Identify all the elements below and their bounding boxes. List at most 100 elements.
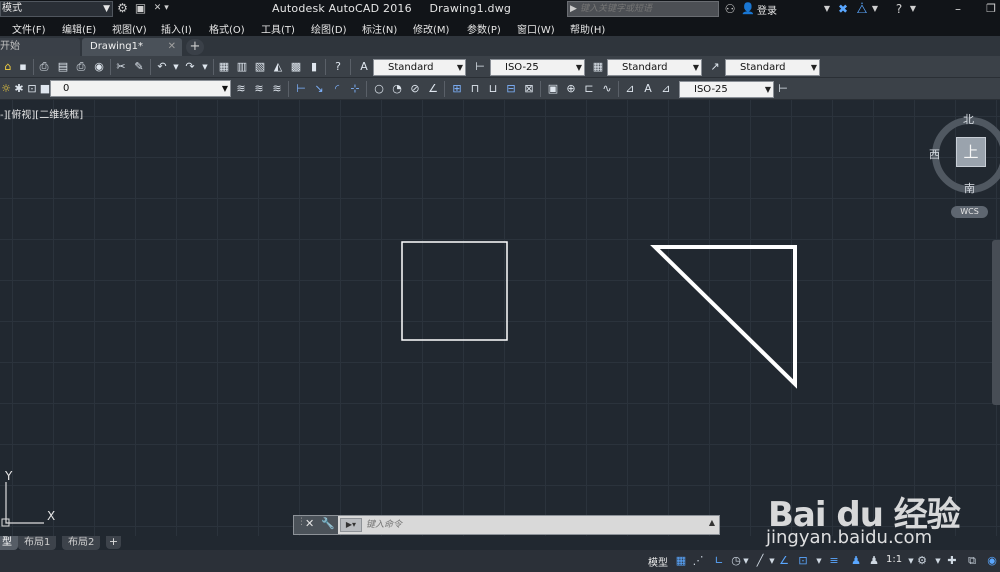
publish-icon[interactable]: ◉ [91,59,107,75]
binoculars-icon[interactable]: ⚇ [722,1,738,17]
command-prompt-icon[interactable]: ▶▾ [340,518,362,532]
markup-icon[interactable]: ▩ [288,59,304,75]
make-current-icon[interactable]: ≋ [233,81,249,97]
viewcube-face[interactable]: 上 [956,137,986,167]
search-box[interactable]: ▶ [567,1,719,17]
annotation-visibility-icon[interactable]: ♟ [848,553,864,569]
design-center-icon[interactable]: ▥ [234,59,250,75]
tab-layout1[interactable]: 布局1 [18,536,57,550]
dim-style-select[interactable]: ISO-25 ▼ [490,59,585,76]
cut-icon[interactable]: ✂ [113,59,129,75]
compass-north[interactable]: 北 [963,111,974,127]
chevron-down-icon[interactable]: ▼ [870,1,880,17]
exchange-icon[interactable]: ✖ [836,1,850,17]
quick-dim-icon[interactable]: ⊞ [449,81,465,97]
diameter-dim-icon[interactable]: ⊘ [407,81,423,97]
a360-icon[interactable]: ⧊ [855,1,869,17]
chevron-down-icon[interactable]: ▼ [197,59,213,75]
command-line[interactable]: ⋮ ✕ 🔧 ▶▾ ▲ [293,515,720,535]
gear-icon[interactable]: ⚙ [115,1,130,16]
isolate-objects-icon[interactable]: ⧉ [964,553,980,569]
restore-icon[interactable]: ❐ [984,1,998,17]
dim-text-edit-icon[interactable]: A [640,81,656,97]
menu-view[interactable]: 视图(V) [112,21,147,36]
navigation-bar[interactable] [992,240,1000,405]
chevron-down-icon[interactable]: ▼ [908,1,918,17]
help-icon[interactable]: ? [330,59,346,75]
tolerance-icon[interactable]: ▣ [545,81,561,97]
continue-dim-icon[interactable]: ⊔ [485,81,501,97]
compass-west[interactable]: 西 [929,146,940,162]
new-layout-button[interactable]: + [106,536,121,549]
ordinate-dim-icon[interactable]: ⊹ [347,81,363,97]
print-icon[interactable]: ⎙ [36,59,52,75]
capture-icon[interactable]: ▣ [133,1,148,16]
hardware-acceleration-icon[interactable]: ◉ [984,553,1000,569]
menu-dimension[interactable]: 标注(N) [362,21,397,36]
grid-icon[interactable]: ▦ [673,553,689,569]
dim-edit-icon[interactable]: ⊿ [622,81,638,97]
menu-window[interactable]: 窗口(W) [517,21,555,36]
print-preview-icon[interactable]: ▤ [55,59,71,75]
command-input[interactable] [366,518,696,532]
object-snap-icon[interactable]: ⊡ [795,553,811,569]
chevron-down-icon[interactable]: ▼ [811,553,827,569]
plot-icon[interactable]: ⎙ [73,59,89,75]
layer-states-icon[interactable]: ≋ [269,81,285,97]
sheet-set-icon[interactable]: ◭ [270,59,286,75]
model-space-button[interactable]: 模型 [648,554,668,569]
wcs-menu[interactable]: WCS [951,206,988,218]
dim-style-manager-icon[interactable]: ⊢ [775,81,791,97]
new-tab-button[interactable]: + [186,39,204,55]
layer-select[interactable]: 0 ▼ [50,80,231,97]
triangle-shape[interactable] [650,245,797,389]
chevron-down-icon[interactable]: ▾ [159,1,174,16]
search-input[interactable] [580,2,716,16]
tab-layout2[interactable]: 布局2 [62,536,101,550]
radius-dim-icon[interactable]: ○ [371,81,387,97]
snap-icon[interactable]: ⋰ [690,553,706,569]
menu-help[interactable]: 帮助(H) [570,21,605,36]
object-snap-tracking-icon[interactable]: ∠ [776,553,792,569]
tab-model[interactable]: 型 [0,536,18,550]
user-icon[interactable]: 👤 [741,1,755,17]
close-icon[interactable]: ✕ [168,38,176,56]
menu-insert[interactable]: 插入(I) [161,21,192,36]
plus-icon[interactable]: ✚ [944,553,960,569]
tab-drawing1[interactable]: Drawing1* ✕ [82,38,182,56]
menu-tools[interactable]: 工具(T) [261,21,295,36]
wrench-icon[interactable]: 🔧 [321,517,335,530]
dim-update-icon[interactable]: ⊿ [658,81,674,97]
minimize-icon[interactable]: – [951,1,965,17]
linear-dim-icon[interactable]: ⊢ [293,81,309,97]
multileader-style-select[interactable]: Standard ▼ [725,59,820,76]
jogged-dim-icon[interactable]: ◔ [389,81,405,97]
menu-draw[interactable]: 绘图(D) [311,21,347,36]
workspace-selector[interactable]: 模式 ▼ [0,1,113,17]
open-icon[interactable]: ⌂ [0,59,16,75]
save-icon[interactable]: ▪ [15,59,31,75]
menu-parametric[interactable]: 参数(P) [467,21,501,36]
ortho-icon[interactable]: ∟ [711,553,727,569]
tab-start[interactable]: 开始 [0,38,80,56]
chevron-down-icon[interactable]: ▼ [822,1,832,17]
calculator-icon[interactable]: ▮ [306,59,322,75]
menu-file[interactable]: 文件(F) [12,21,46,36]
menu-modify[interactable]: 修改(M) [413,21,449,36]
dim-break-icon[interactable]: ⊠ [521,81,537,97]
aligned-dim-icon[interactable]: ↘ [311,81,327,97]
dim-space-icon[interactable]: ⊟ [503,81,519,97]
chevron-up-icon[interactable]: ▲ [709,518,715,527]
center-mark-icon[interactable]: ⊕ [563,81,579,97]
login-link[interactable]: 登录 [757,2,777,17]
match-properties-icon[interactable]: ✎ [131,59,147,75]
text-style-select[interactable]: Standard ▼ [373,59,466,76]
baseline-dim-icon[interactable]: ⊓ [467,81,483,97]
redo-icon[interactable]: ↷ [182,59,198,75]
annotation-scale[interactable]: 1:1 [886,554,902,565]
layer-previous-icon[interactable]: ≋ [251,81,267,97]
auto-scale-icon[interactable]: ♟ [866,553,882,569]
gear-icon[interactable]: ⚙ [914,553,930,569]
inspect-icon[interactable]: ⊏ [581,81,597,97]
close-icon[interactable]: ✕ [305,517,314,530]
